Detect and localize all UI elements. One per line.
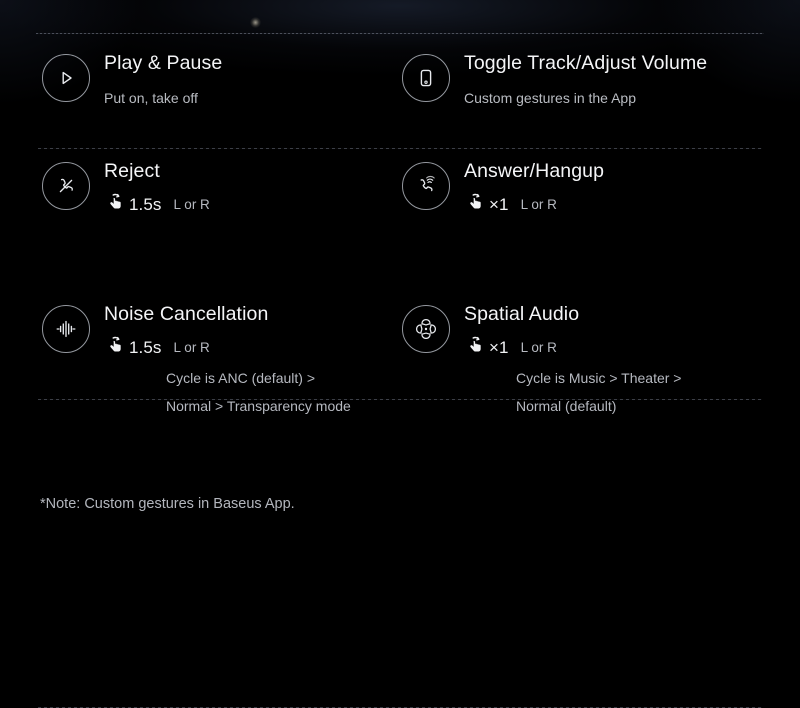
feature-title: Noise Cancellation bbox=[104, 303, 269, 325]
gesture-side: L or R bbox=[520, 197, 557, 212]
feature-text-block: Answer/Hangup ×1 L or R bbox=[464, 148, 604, 219]
feature-title: Toggle Track/Adjust Volume bbox=[464, 52, 708, 74]
feature-cell-spatial-audio: Spatial Audio ×1 L or R Cycle is Music >… bbox=[390, 291, 800, 456]
feature-grid: Play & Pause Put on, take off Toggle Tra… bbox=[0, 40, 800, 708]
gesture-line: ×1 L or R bbox=[464, 334, 681, 362]
cycle-line: Normal > Transparency mode bbox=[166, 398, 351, 414]
cycle-line: Cycle is ANC (default) > bbox=[166, 370, 315, 386]
gesture-line: 1.5s L or R bbox=[104, 334, 351, 362]
feature-cell-answer-hangup: Answer/Hangup ×1 L or R bbox=[390, 148, 800, 291]
feature-text-block: Noise Cancellation 1.5s L or R Cycle is … bbox=[104, 291, 351, 418]
feature-subtitle: Put on, take off bbox=[104, 90, 198, 106]
cycle-line: Cycle is Music > Theater > bbox=[516, 370, 682, 386]
gesture-amount: 1.5s bbox=[129, 338, 162, 357]
gesture-amount: 1.5s bbox=[129, 195, 162, 214]
tap-hold-icon bbox=[104, 191, 127, 219]
feature-cell-toggle-track: Toggle Track/Adjust Volume Custom gestur… bbox=[390, 40, 800, 148]
feature-subtitle: Custom gestures in the App bbox=[464, 90, 636, 106]
feature-cell-noise-cancellation: Noise Cancellation 1.5s L or R Cycle is … bbox=[0, 291, 390, 456]
feature-text-block: Reject 1.5s L or R bbox=[104, 148, 210, 219]
gesture-side: L or R bbox=[173, 197, 210, 212]
feature-title: Answer/Hangup bbox=[464, 160, 605, 182]
play-pause-icon bbox=[42, 54, 90, 102]
phone-device-icon bbox=[402, 54, 450, 102]
top-glow-dot-icon bbox=[250, 17, 261, 28]
feature-title: Play & Pause bbox=[104, 52, 223, 74]
spatial-audio-icon bbox=[402, 305, 450, 353]
footer-note: *Note: Custom gestures in Baseus App. bbox=[40, 496, 295, 512]
top-divider bbox=[36, 33, 764, 34]
feature-cell-play-pause: Play & Pause Put on, take off bbox=[0, 40, 390, 148]
cycle-line: Normal (default) bbox=[516, 398, 617, 414]
reject-call-icon bbox=[42, 162, 90, 210]
gesture-side: L or R bbox=[520, 340, 557, 355]
gesture-amount: ×1 bbox=[489, 195, 509, 214]
feature-cell-reject: Reject 1.5s L or R bbox=[0, 148, 390, 291]
answer-call-icon bbox=[402, 162, 450, 210]
feature-text-block: Toggle Track/Adjust Volume Custom gestur… bbox=[464, 40, 707, 108]
feature-text-block: Play & Pause Put on, take off bbox=[104, 40, 222, 108]
feature-title: Reject bbox=[104, 160, 160, 182]
tap-hold-icon bbox=[464, 191, 487, 219]
feature-title: Spatial Audio bbox=[464, 303, 580, 325]
feature-row: Play & Pause Put on, take off Toggle Tra… bbox=[0, 40, 800, 149]
gesture-line: 1.5s L or R bbox=[104, 191, 210, 219]
gesture-side: L or R bbox=[173, 340, 210, 355]
feature-text-block: Spatial Audio ×1 L or R Cycle is Music >… bbox=[464, 291, 681, 418]
feature-row: Noise Cancellation 1.5s L or R Cycle is … bbox=[0, 291, 800, 708]
noise-cancellation-icon bbox=[42, 305, 90, 353]
feature-row: Reject 1.5s L or R Answer/Hangup ×1 L or… bbox=[0, 148, 800, 400]
tap-hold-icon bbox=[104, 334, 127, 362]
gesture-amount: ×1 bbox=[489, 338, 509, 357]
gesture-line: ×1 L or R bbox=[464, 191, 604, 219]
tap-hold-icon bbox=[464, 334, 487, 362]
